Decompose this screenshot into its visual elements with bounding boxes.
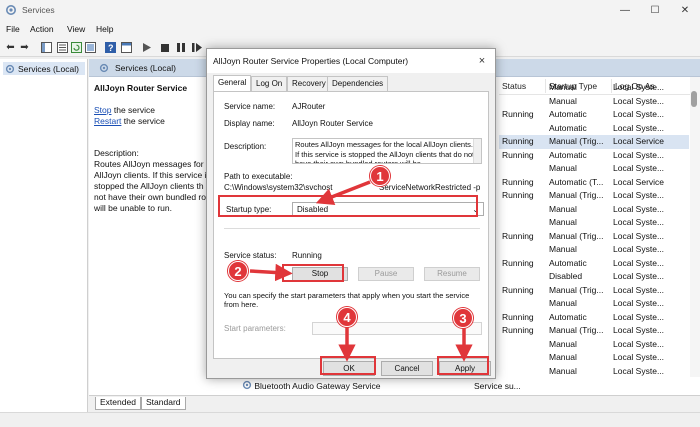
- step-badge-3: 3: [453, 308, 473, 328]
- step-badge-4: 4: [337, 307, 357, 327]
- step-badge-1: 1: [370, 166, 390, 186]
- arrow-2: [249, 263, 293, 282]
- annotation-arrows: [249, 180, 473, 362]
- step-badge-2: 2: [228, 261, 248, 281]
- arrow-1: [315, 180, 371, 205]
